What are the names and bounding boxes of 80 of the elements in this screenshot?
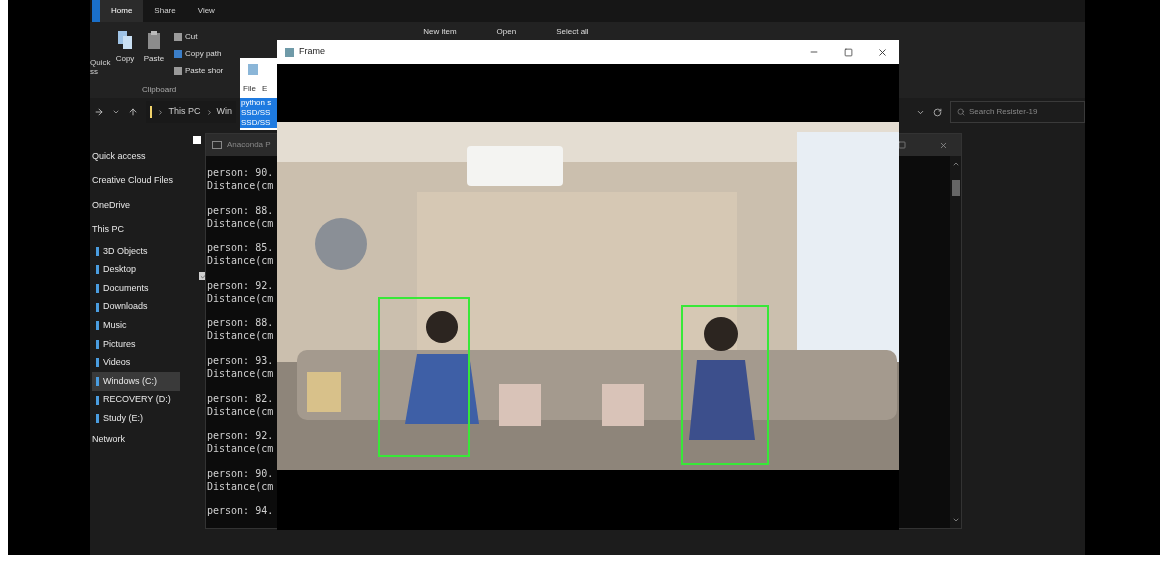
forward-arrow-icon[interactable] xyxy=(94,107,104,117)
nav-item[interactable]: Documents xyxy=(92,279,180,298)
scrollbar-thumb[interactable] xyxy=(951,180,960,196)
ribbon-label: ss xyxy=(90,67,99,76)
console-icon xyxy=(212,141,222,149)
console-line: person: 88. xyxy=(207,316,275,330)
item-checkbox[interactable] xyxy=(193,136,201,144)
clipboard-icon xyxy=(147,30,161,50)
console-line: Distance(cm xyxy=(207,291,275,305)
nav-item[interactable]: Quick access xyxy=(92,144,180,169)
window-title: Anaconda P xyxy=(227,139,271,151)
selected-text-line: SSD/SS xyxy=(240,118,272,128)
menu-item[interactable]: E xyxy=(261,83,268,95)
breadcrumb-item[interactable]: Win xyxy=(216,105,232,119)
menu-item[interactable]: File xyxy=(243,83,256,95)
small-icon xyxy=(174,67,182,75)
scroll-down-icon[interactable] xyxy=(951,516,960,524)
console-line: Distance(cm xyxy=(207,329,275,343)
console-line: Distance(cm xyxy=(207,216,275,230)
chevron-icon xyxy=(205,108,213,116)
nav-item[interactable]: Pictures xyxy=(92,334,180,354)
nav-item[interactable]: Music xyxy=(92,316,180,335)
ribbon-group-label: Clipboard xyxy=(141,84,178,96)
app-icon xyxy=(285,47,294,57)
nav-item[interactable]: Network xyxy=(92,427,180,453)
close-icon[interactable] xyxy=(876,46,888,58)
maximize-icon[interactable] xyxy=(898,141,906,149)
nav-item[interactable]: Downloads xyxy=(92,297,180,317)
nav-item[interactable]: Desktop xyxy=(92,260,180,280)
nav-item[interactable]: 3D Objects xyxy=(92,242,180,261)
nav-item[interactable]: Study (E:) xyxy=(92,409,180,428)
selected-text-line: python s xyxy=(240,98,273,108)
scroll-up-icon[interactable] xyxy=(951,160,960,168)
console-line: Distance(cm xyxy=(207,254,275,268)
search-field[interactable]: Search Resister-19 xyxy=(950,101,1085,123)
nav-item[interactable]: Videos xyxy=(92,353,180,373)
nav-item[interactable]: Creative Cloud Files xyxy=(92,168,180,193)
console-line: Distance(cm xyxy=(207,179,275,192)
breadcrumb-item[interactable]: This PC xyxy=(168,105,201,119)
ribbon-tab[interactable]: Home xyxy=(100,0,144,22)
ribbon-tab[interactable]: View xyxy=(186,0,226,22)
ribbon-button[interactable]: Copy xyxy=(112,30,138,78)
nav-item[interactable]: Windows (C:) xyxy=(92,372,180,391)
caret-icon[interactable] xyxy=(112,108,120,116)
refresh-icon[interactable] xyxy=(933,107,942,117)
console-line: Distance(cm xyxy=(207,442,275,456)
console-line: person: 90. xyxy=(207,166,275,179)
console-line: person: 92. xyxy=(207,278,275,292)
copy-icon xyxy=(117,30,133,50)
folder-icon xyxy=(150,106,153,118)
console-line: person: 82. xyxy=(207,391,275,405)
chevron-icon xyxy=(157,108,165,116)
console-line: person: 88. xyxy=(207,203,275,217)
ribbon-button[interactable]: Open xyxy=(496,26,517,36)
ribbon-button[interactable]: Paste shor xyxy=(174,64,224,78)
window-title: Frame xyxy=(299,45,325,59)
console-line: person: 90. xyxy=(207,466,275,480)
nav-item[interactable]: This PC xyxy=(92,217,180,242)
selected-text-line: SSD/SS xyxy=(240,108,272,118)
scrollbar[interactable] xyxy=(950,156,961,528)
console-line: person: 93. xyxy=(207,353,275,367)
console-line: person: 85. xyxy=(207,241,275,255)
console-line: Distance(cm xyxy=(207,404,275,418)
console-line: Distance(cm xyxy=(207,479,275,493)
up-arrow-icon[interactable] xyxy=(128,107,138,117)
ribbon-button[interactable]: Cut xyxy=(174,30,224,44)
console-line: Distance(cm xyxy=(207,366,275,380)
ribbon-button[interactable]: Copy path xyxy=(174,47,224,61)
small-icon xyxy=(174,33,182,41)
nav-item[interactable]: RECOVERY (D:) xyxy=(92,390,180,410)
ribbon-tab[interactable]: Share xyxy=(143,0,187,22)
ribbon-button[interactable]: New item xyxy=(423,26,457,36)
console-line: person: 92. xyxy=(207,429,275,443)
search-icon xyxy=(957,108,965,116)
ribbon-label: Quick xyxy=(90,58,112,67)
ribbon-button[interactable]: Select all xyxy=(556,26,589,36)
nav-item[interactable]: OneDrive xyxy=(92,193,180,218)
small-icon xyxy=(174,50,182,58)
console-line: person: 94. xyxy=(207,504,275,518)
ribbon-button[interactable]: Paste xyxy=(141,30,167,78)
